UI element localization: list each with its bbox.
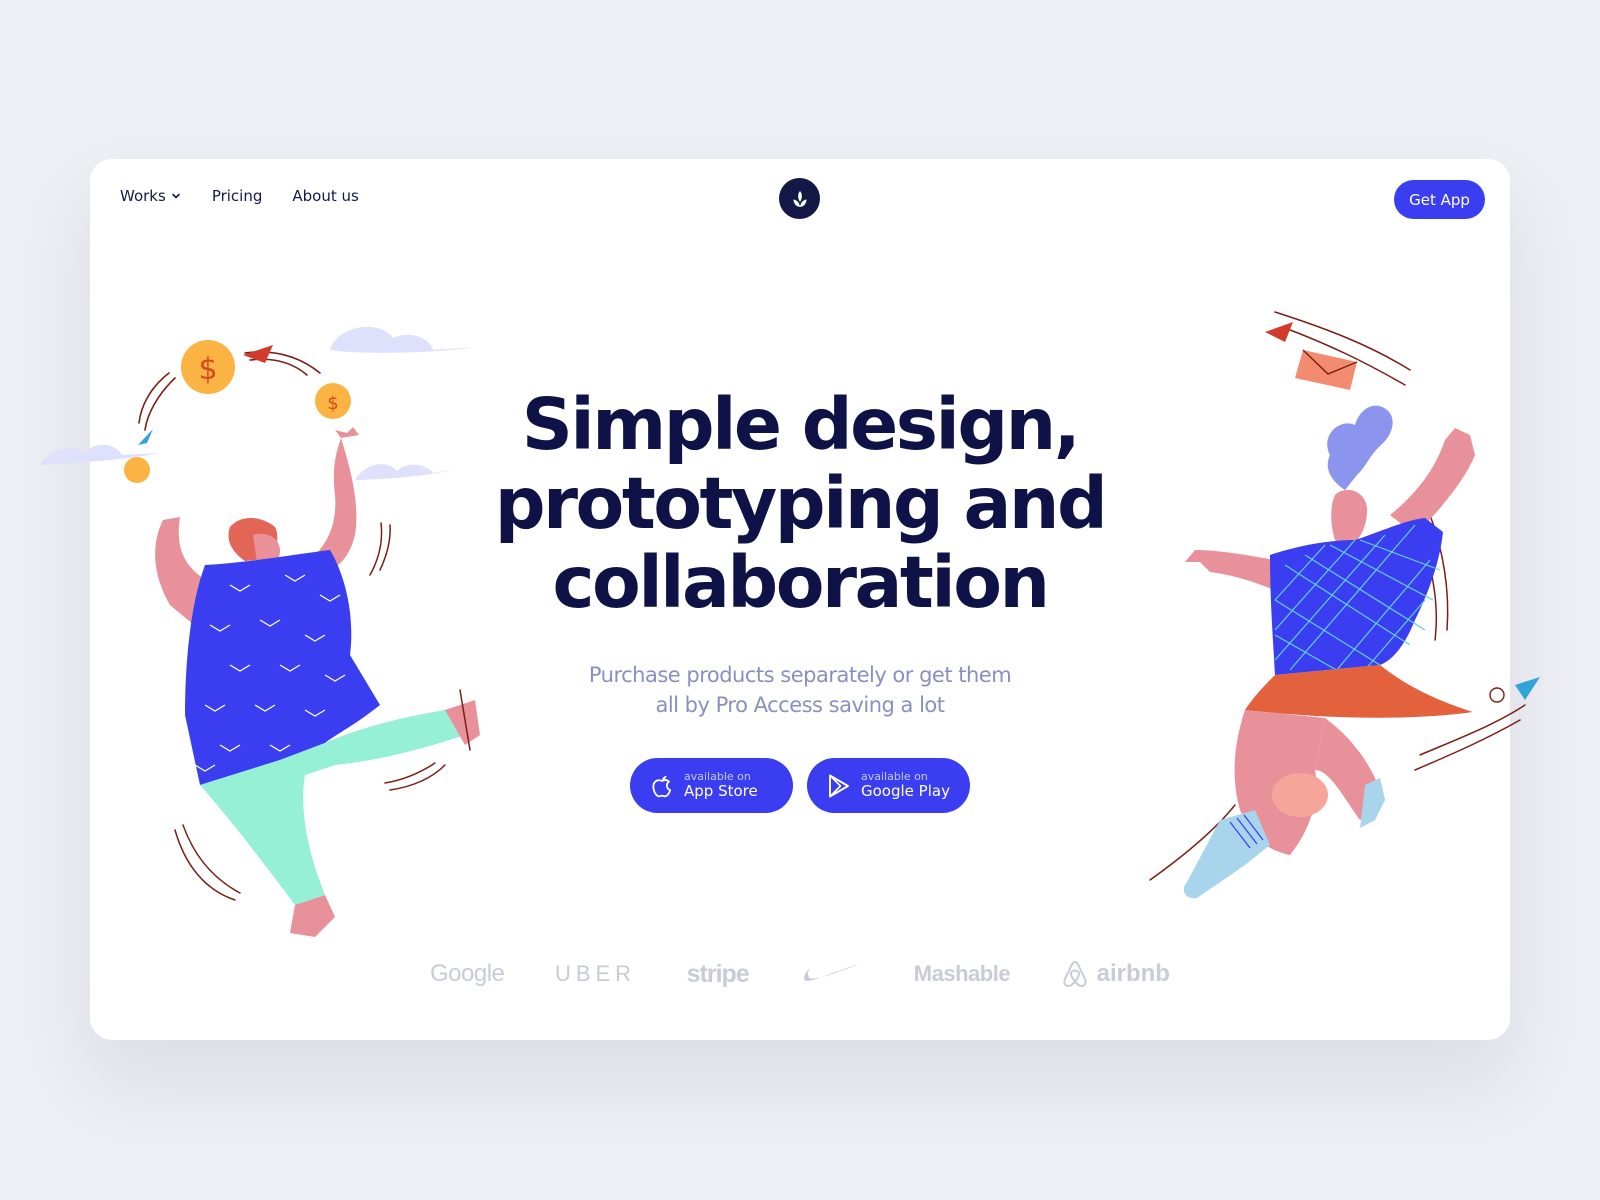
brand-airbnb-label: airbnb	[1096, 960, 1170, 987]
leaf-icon	[793, 190, 806, 207]
hero-subtitle: Purchase products separately or get them…	[510, 660, 1090, 720]
nav-works[interactable]: Works	[120, 187, 182, 205]
get-app-button[interactable]: Get App	[1394, 180, 1485, 219]
juggler-illustration: $ $	[40, 326, 480, 937]
cloud-icon	[40, 326, 475, 480]
apple-icon	[652, 775, 672, 797]
svg-text:$: $	[198, 352, 217, 387]
svg-text:$: $	[327, 393, 338, 414]
brand-nike	[799, 961, 863, 987]
brand-uber: UBER	[554, 961, 637, 986]
hero-title: Simple design, prototyping and collabora…	[410, 385, 1190, 622]
app-store-label: App Store	[684, 782, 758, 801]
main-nav: Works Pricing About us	[120, 187, 389, 205]
brand-logos: Google UBER stripe Mashable airbnb	[430, 957, 1170, 991]
logo[interactable]	[779, 178, 820, 219]
nav-pricing[interactable]: Pricing	[212, 187, 263, 205]
brand-stripe: stripe	[686, 959, 750, 988]
nav-about-us[interactable]: About us	[292, 187, 358, 205]
brand-airbnb: airbnb	[1061, 959, 1170, 989]
envelope-icon	[1295, 349, 1358, 390]
hero-subtitle-line: all by Pro Access saving a lot	[655, 693, 945, 717]
coin-icon: $ $	[124, 340, 351, 483]
flyer-illustration	[1149, 311, 1540, 899]
play-store-icon	[829, 774, 849, 797]
arrow-icon	[138, 429, 153, 445]
hero-title-line: collaboration	[552, 541, 1050, 624]
hero-title-line: prototyping and	[494, 462, 1108, 545]
app-store-button[interactable]: available on App Store	[630, 758, 793, 813]
google-play-button[interactable]: available on Google Play	[807, 758, 970, 813]
hero-title-line: Simple design,	[521, 383, 1081, 466]
google-play-label: Google Play	[861, 782, 950, 801]
paper-plane-icon	[1265, 322, 1293, 342]
brand-mashable: Mashable	[913, 961, 1011, 986]
airbnb-icon	[1063, 961, 1087, 987]
brand-google: Google	[430, 960, 505, 987]
rocket-icon	[1489, 677, 1540, 703]
nike-swoosh-icon	[804, 963, 862, 981]
nav-works-label: Works	[120, 187, 166, 205]
chevron-down-icon	[172, 193, 180, 199]
hero-subtitle-line: Purchase products separately or get them	[588, 663, 1012, 687]
